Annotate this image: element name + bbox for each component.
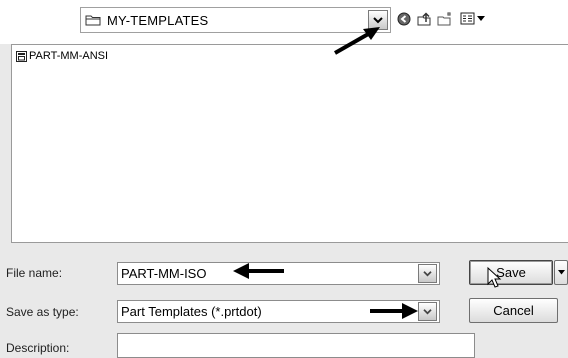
annotation-overlay: [233, 27, 502, 319]
mouse-cursor-icon: [487, 266, 502, 288]
annotation-arrow-icon: [233, 263, 284, 279]
annotation-arrow-icon: [334, 27, 380, 55]
save-as-dialog: MY-TEMPLATES PART-MM-ANSI File name: PAR…: [0, 0, 568, 358]
annotation-arrow-icon: [370, 303, 418, 319]
